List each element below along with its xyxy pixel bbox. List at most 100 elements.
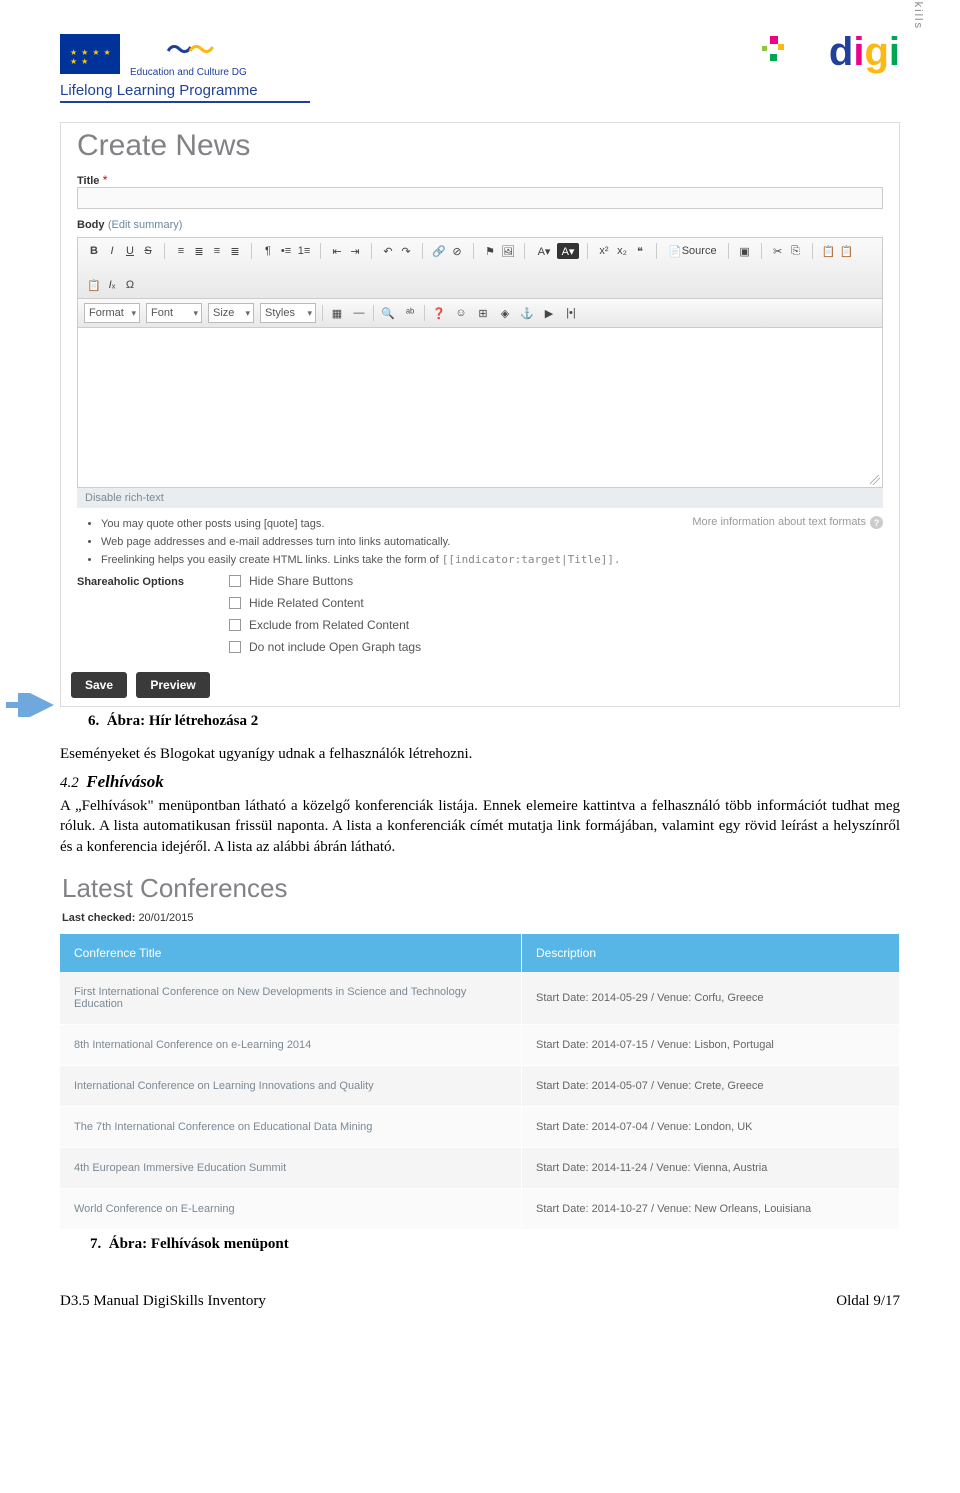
outdent-icon[interactable]: ⇤ [329,243,345,259]
table-icon[interactable]: ▦ [329,305,345,321]
undo-icon[interactable]: ↶ [380,243,396,259]
conf-link[interactable]: First International Conference on New De… [60,972,522,1025]
paste-text-icon[interactable]: 📋 [839,243,855,259]
paragraph-icon[interactable]: ¶ [260,243,276,259]
title-field-label: Title [77,175,99,187]
align-right-icon[interactable]: ≡ [209,243,225,259]
editor-toolbar-row2: Format Font Size Styles ▦ — 🔍 ᵃᵇ ❓ ☺ ⊞ ◈… [77,299,883,328]
shareaholic-label: Shareaholic Options [77,576,229,654]
conf-link[interactable]: World Conference on E-Learning [60,1189,522,1230]
swoosh-icon: ～～ [130,30,247,67]
conf-desc: Start Date: 2014-10-27 / Venue: New Orle… [522,1189,900,1230]
styles-dropdown[interactable]: Styles [260,303,316,323]
align-left-icon[interactable]: ≡ [173,243,189,259]
strike-icon[interactable]: S [140,243,156,259]
digiskills-logo: digi skills [780,30,900,116]
number-list-icon[interactable]: 1≡ [296,243,312,259]
page-footer: D3.5 Manual DigiSkills Inventory Oldal 9… [60,1293,900,1310]
exclude-related-checkbox[interactable]: Exclude from Related Content [229,618,421,632]
page-header: ～～ Education and Culture DG Lifelong Lea… [60,30,900,116]
conf-link[interactable]: 8th International Conference on e-Learni… [60,1025,522,1066]
header-rule [60,101,310,103]
quote-icon[interactable]: ❝ [632,243,648,259]
break-icon[interactable]: |•| [563,305,579,321]
hint-item: You may quote other posts using [quote] … [101,516,621,534]
underline-icon[interactable]: U [122,243,138,259]
table-header-row: Conference Title Description [60,934,900,972]
more-formats-link[interactable]: More information about text formats? [692,516,883,570]
body-paragraph: A „Felhívások" menüpontban látható a köz… [60,796,900,857]
textcolor-icon[interactable]: A▾ [533,243,555,259]
figure6-caption: 6. Ábra: Hír létrehozása 2 [88,713,900,730]
hint-item: Freelinking helps you easily create HTML… [101,551,621,570]
unlink-icon[interactable]: ⊘ [449,243,465,259]
image-icon[interactable]: 🖼 [500,243,516,259]
table-row: 4th European Immersive Education SummitS… [60,1148,900,1189]
bgcolor-icon[interactable]: A▾ [557,243,579,259]
paste-icon[interactable]: 📋 [821,243,837,259]
preview-button[interactable]: Preview [136,672,209,698]
bold-icon[interactable]: B [86,243,102,259]
link-icon[interactable]: 🔗 [431,243,447,259]
smiley-icon[interactable]: ☺ [453,305,469,321]
format-hints: You may quote other posts using [quote] … [61,508,899,576]
replace-icon[interactable]: ᵃᵇ [402,305,418,321]
copy-icon[interactable]: ⎘ [788,243,804,259]
subscript-icon[interactable]: x₂ [614,243,630,259]
conf-desc: Start Date: 2014-11-24 / Venue: Vienna, … [522,1148,900,1189]
conf-link[interactable]: International Conference on Learning Inn… [60,1066,522,1107]
save-button[interactable]: Save [71,672,127,698]
font-dropdown[interactable]: Font [146,303,202,323]
media-icon[interactable]: ▶ [541,305,557,321]
paste-word-icon[interactable]: 📋 [86,277,102,293]
iframe-icon[interactable]: ⊞ [475,305,491,321]
eu-flag-icon [60,34,120,74]
anchor-icon[interactable]: ⚓ [519,305,535,321]
bullet-list-icon[interactable]: •≡ [278,243,294,259]
table-row: The 7th International Conference on Educ… [60,1107,900,1148]
italic-icon[interactable]: I [104,243,120,259]
align-justify-icon[interactable]: ≣ [227,243,243,259]
no-og-checkbox[interactable]: Do not include Open Graph tags [229,640,421,654]
title-input[interactable] [77,187,883,209]
hr-icon[interactable]: — [351,305,367,321]
figure7-caption: 7. Ábra: Felhívások menüpont [90,1236,900,1253]
flag-icon[interactable]: ⚑ [482,243,498,259]
conf-desc: Start Date: 2014-05-29 / Venue: Corfu, G… [522,972,900,1025]
search-icon[interactable]: 🔍 [380,305,396,321]
size-dropdown[interactable]: Size [208,303,254,323]
body-editor[interactable] [77,328,883,488]
hide-share-checkbox[interactable]: Hide Share Buttons [229,574,421,588]
disable-richtext-link[interactable]: Disable rich-text [77,488,883,508]
table-row: First International Conference on New De… [60,972,900,1025]
omega-icon[interactable]: Ω [122,277,138,293]
conf-desc: Start Date: 2014-05-07 / Venue: Crete, G… [522,1066,900,1107]
format-dropdown[interactable]: Format [84,303,140,323]
col-title: Conference Title [60,934,522,972]
indent-icon[interactable]: ⇥ [347,243,363,259]
maximize-icon[interactable]: ▣ [737,243,753,259]
table-row: 8th International Conference on e-Learni… [60,1025,900,1066]
latest-conferences-screenshot: Latest Conferences Last checked: 20/01/2… [60,865,900,1230]
last-checked-label: Last checked: 20/01/2015 [60,912,900,934]
footer-left: D3.5 Manual DigiSkills Inventory [60,1293,266,1310]
cut-icon[interactable]: ✂ [770,243,786,259]
conf-link[interactable]: The 7th International Conference on Educ… [60,1107,522,1148]
superscript-icon[interactable]: x² [596,243,612,259]
resize-grip-icon[interactable] [870,475,880,485]
remove-format-icon[interactable]: Iₓ [104,277,120,293]
section-heading: 4.2 Felhívások [60,772,900,792]
edit-summary-link[interactable]: (Edit summary) [108,219,183,231]
table-row: World Conference on E-LearningStart Date… [60,1189,900,1230]
required-marker: * [103,173,108,187]
div-icon[interactable]: ◈ [497,305,513,321]
hide-related-checkbox[interactable]: Hide Related Content [229,596,421,610]
source-button[interactable]: 📄 Source [665,243,720,259]
body-paragraph: Eseményeket és Blogokat ugyanígy udnak a… [60,744,900,764]
help-icon[interactable]: ❓ [431,305,447,321]
hint-item: Web page addresses and e-mail addresses … [101,534,621,552]
redo-icon[interactable]: ↷ [398,243,414,259]
create-news-screenshot: Create News Title * Body (Edit summary) … [60,122,900,707]
conf-link[interactable]: 4th European Immersive Education Summit [60,1148,522,1189]
align-center-icon[interactable]: ≣ [191,243,207,259]
